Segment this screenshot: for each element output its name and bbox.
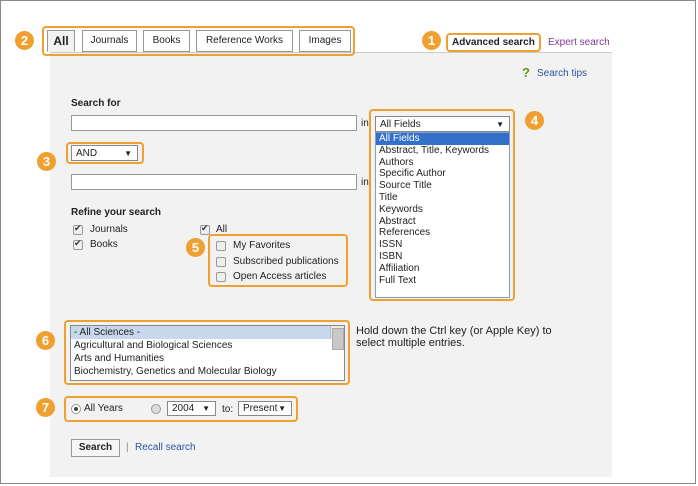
field-option[interactable]: Keywords bbox=[376, 204, 509, 216]
callout-number-2: 2 bbox=[15, 31, 34, 50]
field-option[interactable]: Abstract, Title, Keywords bbox=[376, 145, 509, 157]
chevron-down-icon: ▼ bbox=[496, 120, 504, 129]
field-option[interactable]: Abstract bbox=[376, 216, 509, 228]
scrollbar-thumb[interactable] bbox=[332, 328, 344, 350]
year-range-radio[interactable] bbox=[151, 404, 161, 414]
subject-option[interactable]: Arts and Humanities bbox=[71, 352, 344, 365]
subject-option[interactable]: - All Sciences - bbox=[71, 326, 344, 339]
field-option[interactable]: Source Title bbox=[376, 180, 509, 192]
field-option[interactable]: Authors bbox=[376, 157, 509, 169]
search-for-label: Search for bbox=[71, 98, 121, 109]
field-option[interactable]: Specific Author bbox=[376, 168, 509, 180]
field-option[interactable]: ISBN bbox=[376, 251, 509, 263]
journals-checkbox[interactable] bbox=[73, 223, 83, 235]
field-option[interactable]: References bbox=[376, 227, 509, 239]
search-term-input-1[interactable] bbox=[71, 115, 357, 131]
field-option[interactable]: Full Text bbox=[376, 275, 509, 287]
journals-checkbox-label: Journals bbox=[90, 224, 128, 235]
recall-search-link[interactable]: Recall search bbox=[135, 442, 196, 453]
books-checkbox[interactable] bbox=[73, 238, 83, 250]
chevron-down-icon: ▼ bbox=[124, 149, 132, 158]
callout-box-tabs bbox=[42, 26, 355, 56]
chevron-down-icon: ▼ bbox=[202, 404, 210, 413]
search-tips-link[interactable]: Search tips bbox=[537, 68, 587, 79]
operator-select[interactable]: AND ▼ bbox=[71, 145, 138, 161]
to-label: to: bbox=[222, 404, 234, 415]
expert-search-link[interactable]: Expert search bbox=[548, 37, 610, 48]
open-access-label: Open Access articles bbox=[233, 271, 327, 282]
from-year-value: 2004 bbox=[172, 403, 195, 414]
books-checkbox-label: Books bbox=[90, 239, 118, 250]
field-option[interactable]: Affiliation bbox=[376, 263, 509, 275]
callout-number-4: 4 bbox=[525, 111, 544, 130]
field-select[interactable]: All Fields ▼ bbox=[375, 116, 510, 132]
subject-option[interactable]: Agricultural and Biological Sciences bbox=[71, 339, 344, 352]
in-label-1: in bbox=[361, 118, 369, 129]
field-select-value: All Fields bbox=[380, 119, 421, 130]
subject-list-scrollbar[interactable] bbox=[330, 326, 344, 350]
field-option[interactable]: All Fields bbox=[376, 133, 509, 145]
subscribed-label: Subscribed publications bbox=[233, 256, 339, 267]
multi-select-hint: Hold down the Ctrl key (or Apple Key) to… bbox=[356, 325, 552, 349]
callout-number-5: 5 bbox=[186, 238, 205, 257]
separator: | bbox=[126, 442, 129, 453]
field-dropdown-list: All Fields Abstract, Title, Keywords Aut… bbox=[375, 132, 510, 298]
to-year-select[interactable]: Present ▼ bbox=[238, 401, 292, 416]
subscribed-checkbox[interactable] bbox=[216, 257, 226, 267]
callout-number-7: 7 bbox=[36, 398, 55, 417]
all-years-label: All Years bbox=[84, 403, 123, 414]
from-year-select[interactable]: 2004 ▼ bbox=[167, 401, 216, 416]
subject-option[interactable]: Biochemistry, Genetics and Molecular Bio… bbox=[71, 365, 344, 378]
my-favorites-label: My Favorites bbox=[233, 240, 291, 251]
help-icon: ? bbox=[522, 65, 530, 80]
field-option[interactable]: Title bbox=[376, 192, 509, 204]
callout-number-6: 6 bbox=[36, 331, 55, 350]
all-years-radio[interactable] bbox=[71, 404, 81, 414]
refine-title: Refine your search bbox=[71, 207, 162, 218]
field-option[interactable]: ISSN bbox=[376, 239, 509, 251]
open-access-checkbox[interactable] bbox=[216, 272, 226, 282]
all-checkbox[interactable] bbox=[200, 223, 210, 235]
in-label-2: in bbox=[361, 177, 369, 188]
chevron-down-icon: ▼ bbox=[278, 404, 286, 413]
callout-number-3: 3 bbox=[37, 152, 56, 171]
advanced-search-link[interactable]: Advanced search bbox=[452, 37, 535, 48]
callout-number-1: 1 bbox=[422, 31, 441, 50]
subject-list[interactable]: - All Sciences - Agricultural and Biolog… bbox=[70, 325, 345, 381]
operator-select-value: AND bbox=[76, 148, 98, 159]
my-favorites-checkbox[interactable] bbox=[216, 241, 226, 251]
to-year-value: Present bbox=[243, 403, 278, 414]
search-button[interactable]: Search bbox=[71, 439, 120, 457]
search-term-input-2[interactable] bbox=[71, 174, 357, 190]
